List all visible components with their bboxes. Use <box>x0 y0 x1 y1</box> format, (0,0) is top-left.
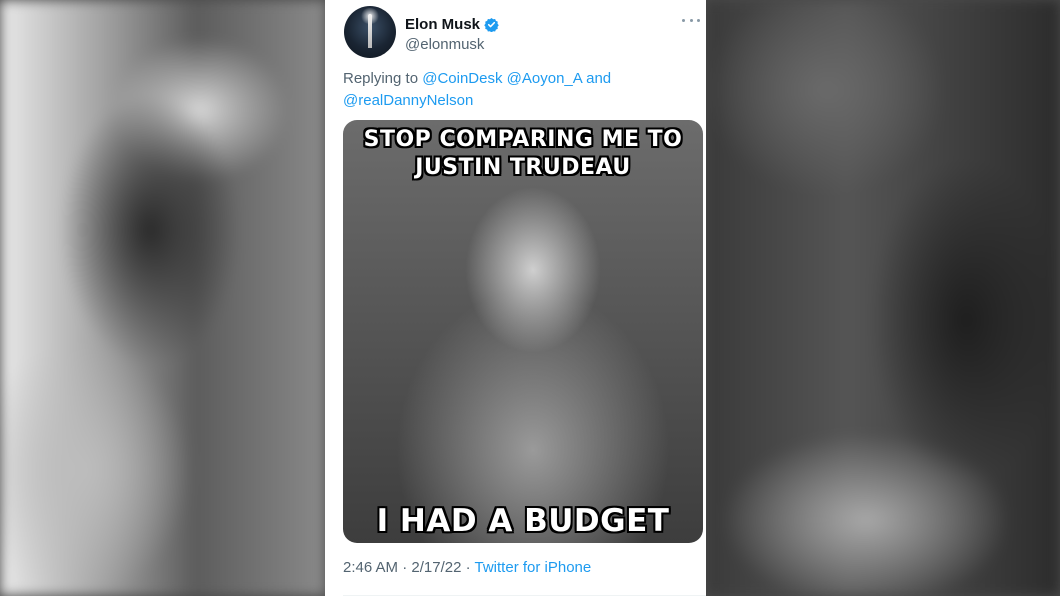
dot <box>682 18 685 22</box>
blurred-background-left <box>0 0 326 596</box>
blurred-background-right <box>706 0 1060 596</box>
tweet-time[interactable]: 2:46 AM <box>343 559 398 576</box>
display-name[interactable]: Elon Musk <box>405 16 480 33</box>
replying-to-prefix: Replying to <box>343 70 419 87</box>
tweet-meta: 2:46 AM · 2/17/22 · Twitter for iPhone <box>343 559 706 576</box>
display-name-row: Elon Musk <box>405 13 499 35</box>
mention-link[interactable]: @CoinDesk <box>422 70 502 87</box>
rocket-icon <box>368 14 372 48</box>
tweet-header: Elon Musk @elonmusk <box>343 0 706 68</box>
replying-to-line: Replying to @CoinDesk @Aoyon_A and @real… <box>343 68 673 112</box>
dot <box>689 18 693 22</box>
stage: Elon Musk @elonmusk Replying to @CoinDes… <box>0 0 1060 596</box>
avatar[interactable] <box>344 6 396 58</box>
meme-caption-bottom: I HAD A BUDGET <box>376 503 670 539</box>
tweet-card: Elon Musk @elonmusk Replying to @CoinDes… <box>325 0 706 596</box>
tweet-date[interactable]: 2/17/22 <box>411 559 461 576</box>
replying-to-joiner: and <box>586 70 612 87</box>
author-block: Elon Musk @elonmusk <box>405 13 499 53</box>
more-options-icon[interactable] <box>682 16 700 24</box>
mention-link[interactable]: @Aoyon_A <box>507 70 582 87</box>
handle[interactable]: @elonmusk <box>405 36 499 53</box>
meta-separator: · <box>465 559 471 576</box>
verified-badge-icon <box>484 17 499 32</box>
meta-separator: · <box>402 559 408 576</box>
mention-link[interactable]: @realDannyNelson <box>343 92 473 109</box>
tweet-source-link[interactable]: Twitter for iPhone <box>475 559 592 576</box>
meme-caption-top: STOP COMPARING ME TO JUSTIN TRUDEAU <box>363 127 683 180</box>
dot <box>697 18 700 22</box>
tweet-media-image[interactable]: STOP COMPARING ME TO JUSTIN TRUDEAU I HA… <box>343 120 703 543</box>
